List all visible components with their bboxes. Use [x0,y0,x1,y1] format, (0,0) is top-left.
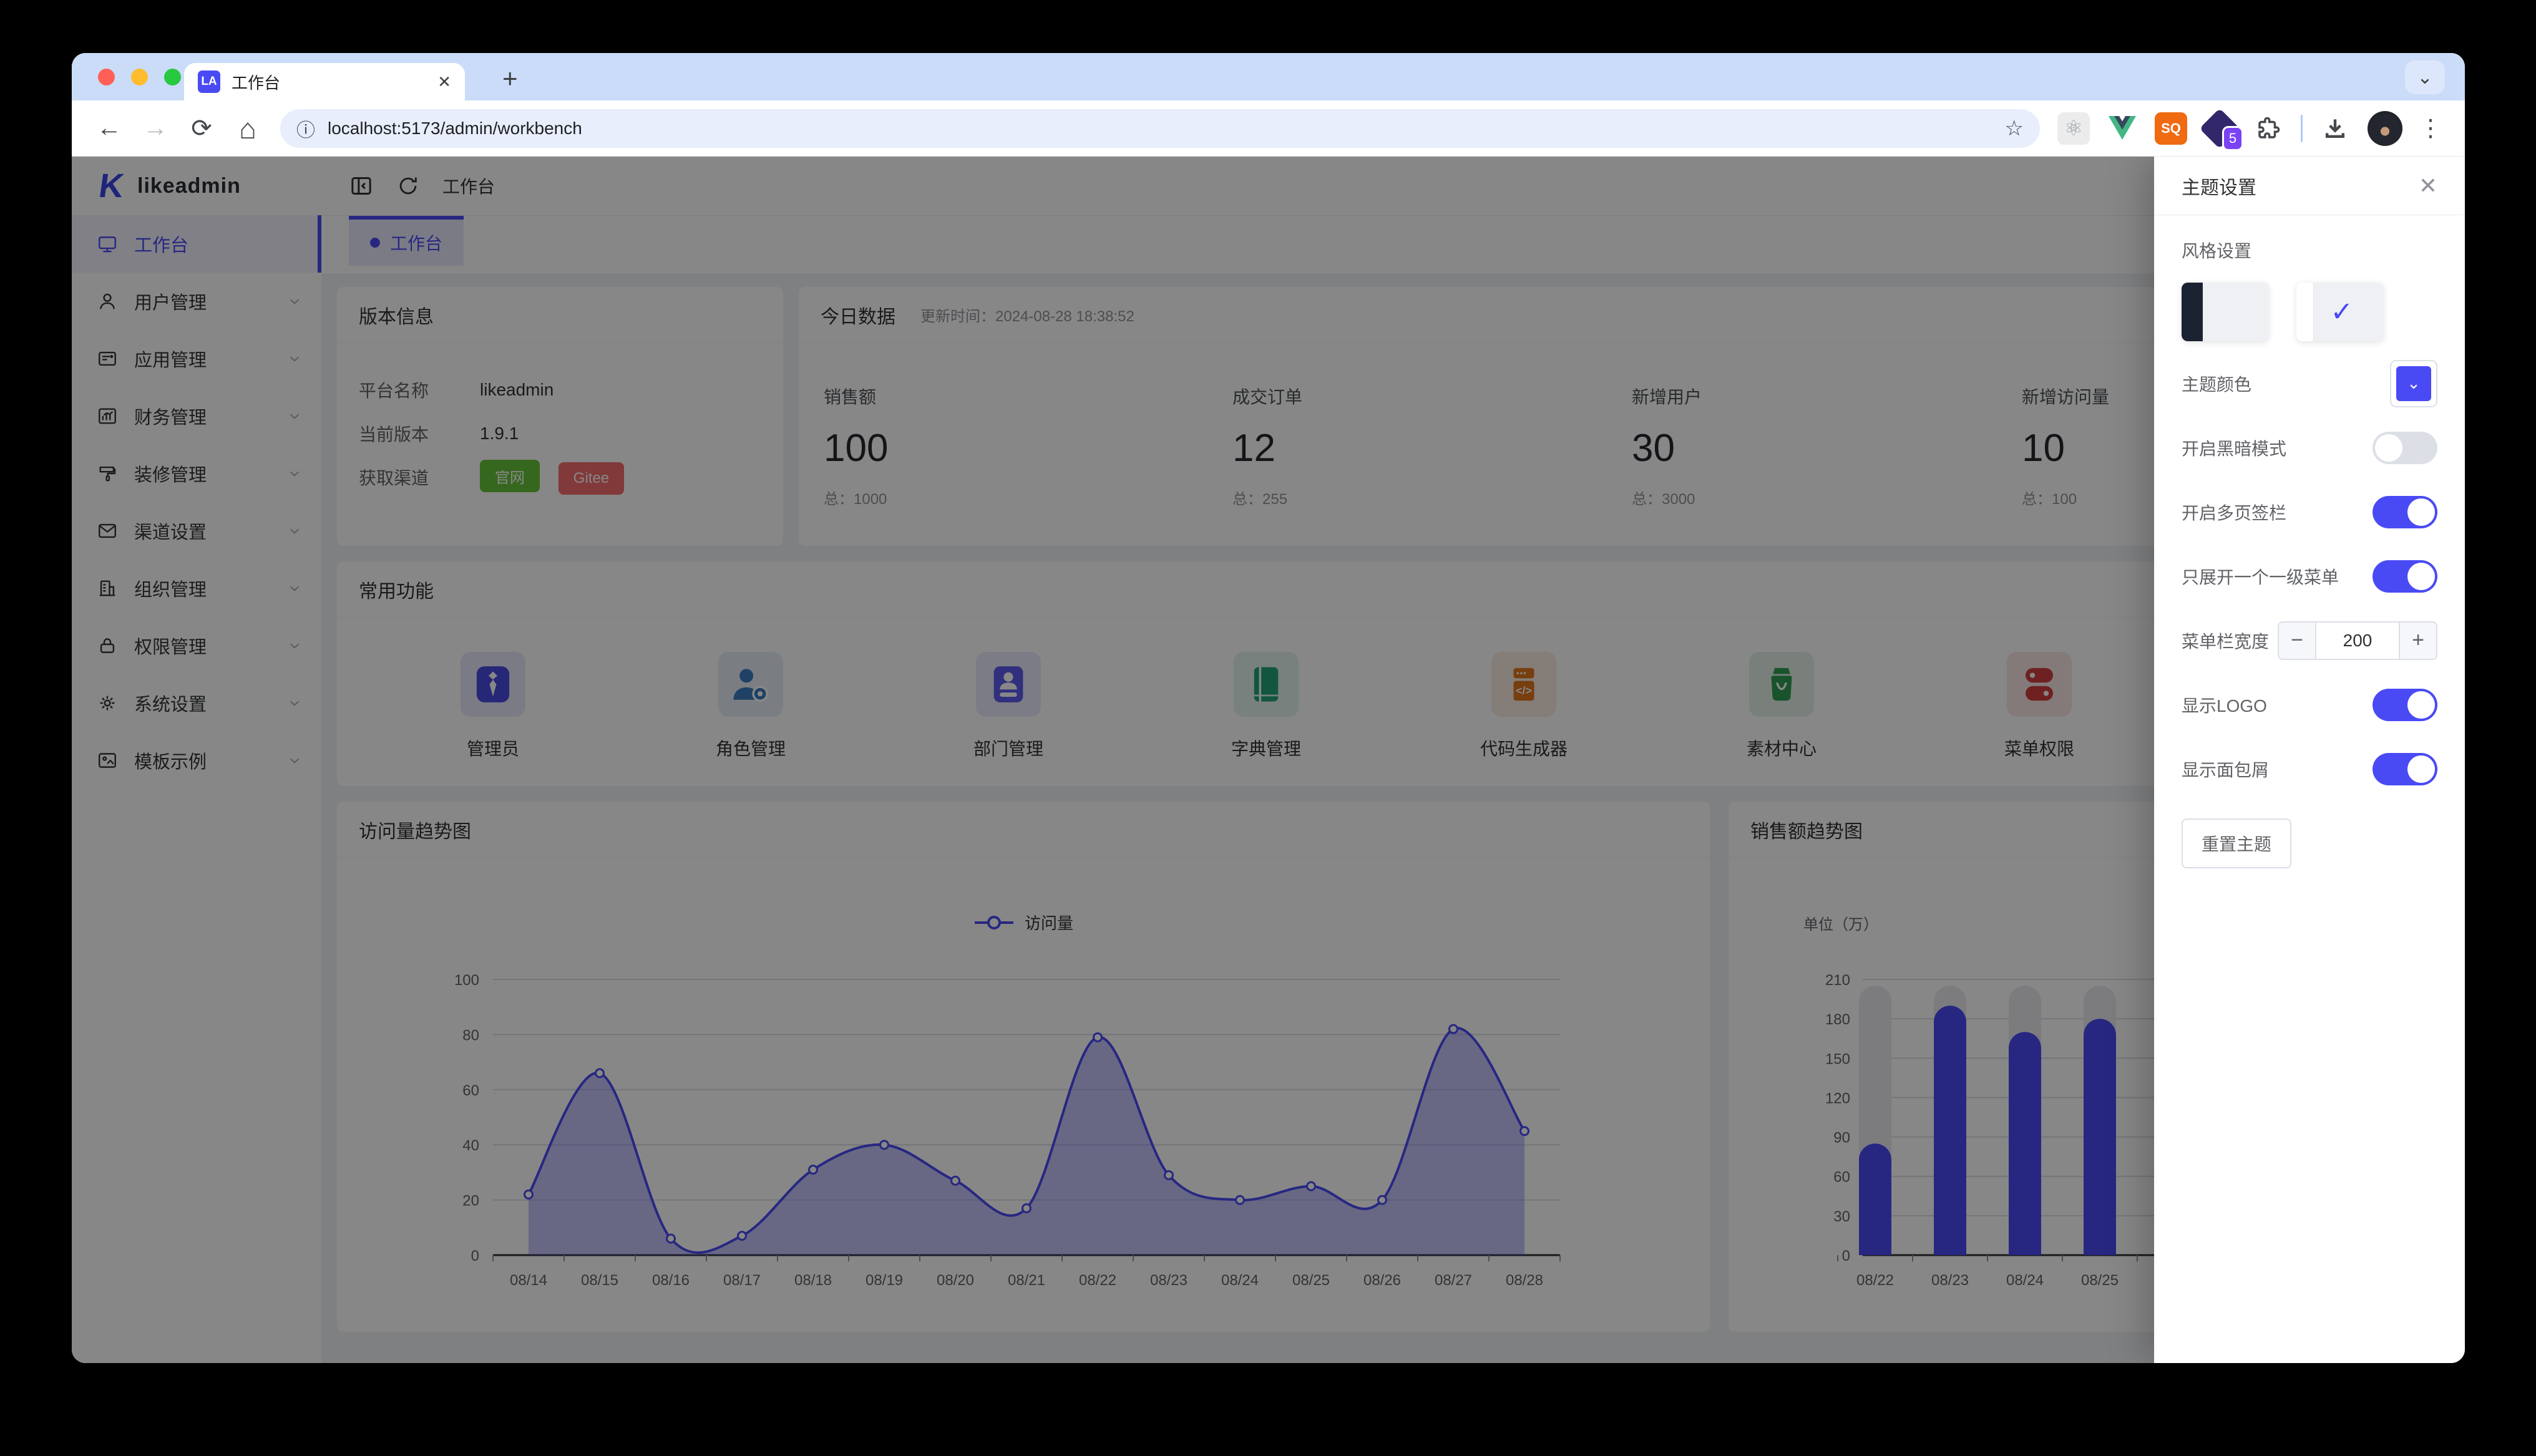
close-window-button[interactable] [98,69,115,85]
bookmark-star-icon[interactable]: ☆ [2005,116,2024,141]
drawer-row-label: 开启多页签栏 [2182,503,2287,523]
minimize-window-button[interactable] [131,69,148,85]
drawer-row-label: 显示面包屑 [2182,760,2270,780]
toggle-on[interactable] [2373,688,2437,721]
drawer-title: 主题设置 [2182,177,2256,198]
vue-logo [2109,115,2136,140]
theme-color-swatch: ⌄ [2396,366,2431,401]
extension-badge: 5 [2222,125,2243,151]
vue-devtools-icon[interactable] [2106,112,2139,145]
back-icon[interactable]: ← [89,109,129,148]
web-page: K likeadmin 工作台 用户管理 应用管理 财务管理 装修管理 渠道设置… [72,157,2465,1363]
browser-window: LA 工作台 ✕ + ⌄ ← → ⟳ ⌂ ⓘ localhost:5173/ad… [72,53,2465,1363]
browser-menu-icon[interactable]: ⋮ [2419,114,2442,142]
downloads-icon[interactable] [2319,112,2351,145]
stepper-minus-button[interactable]: − [2279,622,2316,659]
toggle-off[interactable] [2373,431,2437,464]
extensions-puzzle-icon[interactable] [2252,112,2285,145]
drawer-row-3: 菜单栏宽度 − 200 + [2182,608,2437,672]
site-favicon: LA [198,70,220,93]
drawer-row-label: 菜单栏宽度 [2182,631,2270,651]
zoom-window-button[interactable] [164,69,181,85]
menu-width-stepper: − 200 + [2278,621,2437,660]
new-tab-button[interactable]: + [502,66,518,92]
react-devtools-icon[interactable]: ⚛ [2057,112,2090,145]
url-text[interactable]: localhost:5173/admin/workbench [328,119,1992,138]
toggle-on[interactable] [2373,752,2437,785]
tab-close-icon[interactable]: ✕ [437,72,451,92]
forward-icon[interactable]: → [135,109,175,148]
stepper-value[interactable]: 200 [2316,622,2399,659]
drawer-row-label: 只展开一个一级菜单 [2182,567,2339,587]
extensions-area: ⚛ SQ 5 ⋮ [2052,107,2447,151]
theme-color-label: 主题颜色 [2182,374,2252,394]
browser-tabstrip: LA 工作台 ✕ + ⌄ [72,53,2465,100]
modal-overlay[interactable] [72,157,2465,1363]
style-option-dark-sidebar[interactable] [2182,283,2269,341]
drawer-row-label: 显示LOGO [2182,696,2267,716]
toolbar-divider [2301,114,2303,142]
profile-avatar[interactable] [2368,110,2402,146]
purple-extension-icon[interactable]: 5 [2199,107,2243,151]
selected-style-check-icon: ✓ [2330,296,2354,328]
style-option-light-sidebar[interactable]: ✓ [2296,283,2384,341]
tab-search-chevron-icon[interactable]: ⌄ [2405,61,2445,94]
drawer-row-1: 开启多页签栏 [2182,480,2437,544]
drawer-row-4: 显示LOGO [2182,672,2437,737]
sq-extension-icon[interactable]: SQ [2155,112,2187,145]
toggle-on[interactable] [2373,560,2437,593]
reset-theme-button[interactable]: 重置主题 [2182,818,2292,868]
drawer-row-label: 开启黑暗模式 [2182,439,2287,459]
browser-toolbar: ← → ⟳ ⌂ ⓘ localhost:5173/admin/workbench… [72,100,2465,157]
drawer-row-2: 只展开一个一级菜单 [2182,544,2437,608]
theme-color-picker[interactable]: ⌄ [2390,359,2437,407]
tab-title: 工作台 [232,73,281,92]
traffic-lights [98,69,181,85]
page-info-icon[interactable]: ⓘ [296,115,315,142]
home-icon[interactable]: ⌂ [228,109,268,148]
toggle-on[interactable] [2373,495,2437,528]
drawer-close-icon[interactable]: ✕ [2419,173,2437,199]
drawer-row-5: 显示面包屑 [2182,737,2437,801]
address-bar[interactable]: ⓘ localhost:5173/admin/workbench ☆ [280,109,2040,148]
reload-icon[interactable]: ⟳ [182,109,222,148]
theme-settings-drawer: 主题设置 ✕ 风格设置 ✓ 主题颜色 ⌄ 开启黑暗模式 开启多页签栏只展开一个一级… [2154,157,2465,1363]
drawer-row-0: 开启黑暗模式 [2182,415,2437,480]
browser-tab[interactable]: LA 工作台 ✕ [184,63,465,100]
style-section-label: 风格设置 [2182,241,2252,261]
stepper-plus-button[interactable]: + [2399,622,2436,659]
